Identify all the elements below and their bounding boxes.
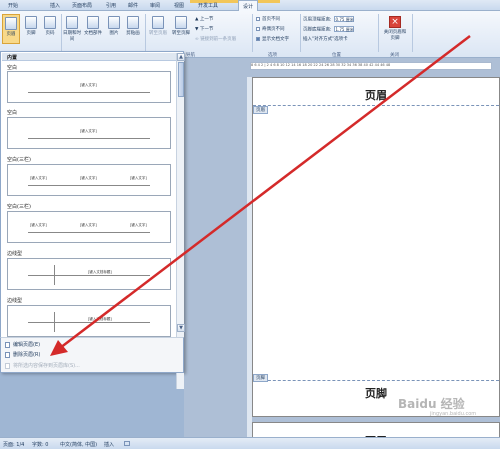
placeholder-text: [键入文字]	[80, 83, 97, 87]
close-icon: ×	[389, 16, 401, 28]
placeholder-text: [键入文字]	[30, 176, 47, 180]
placeholder-text: [键入文字]	[130, 223, 147, 227]
macro-record-icon[interactable]	[124, 441, 130, 446]
page-number-button[interactable]: 页码	[41, 16, 59, 36]
gallery-item-blank[interactable]: [键入文字]	[7, 71, 171, 103]
date-time-button[interactable]: 日期和时间	[63, 16, 81, 42]
group-separator	[378, 14, 379, 52]
header-boundary	[253, 105, 499, 106]
status-bar: 页面: 1/4 字数: 0 中文(简体, 中国) 插入	[0, 437, 500, 449]
tab-design[interactable]: 设计	[238, 0, 259, 11]
checkbox-icon	[256, 26, 260, 31]
header-gallery-dropdown: 内置 空白 [键入文字] 空白 [键入文字] 空白(三栏) [键入文字] [键入…	[0, 51, 185, 389]
gallery-item-blank-three-col[interactable]: [键入文字] [键入文字] [键入文字]	[7, 164, 171, 196]
diff-first-page-checkbox[interactable]: 首页不同	[256, 16, 280, 22]
gallery-item-label: 空白	[7, 110, 18, 116]
picture-icon	[108, 16, 120, 29]
delete-header-menu-item[interactable]: 删除页眉(R)	[5, 351, 40, 358]
edit-header-menu-item[interactable]: 编辑页眉(E)	[5, 341, 40, 348]
status-language[interactable]: 中文(简体, 中国)	[60, 441, 97, 448]
goto-header-button[interactable]: 转至页眉	[147, 16, 169, 36]
header-top-spinner[interactable]: 0.75 厘米	[333, 16, 354, 22]
horizontal-ruler[interactable]: 8 6 4 2 | 2 4 6 8 10 12 14 16 18 20 22 2…	[250, 62, 492, 70]
footer-boundary	[253, 380, 499, 381]
footer-tag: 页脚	[253, 374, 268, 382]
placeholder-text: [键入文字]	[80, 176, 97, 180]
close-header-footer-button[interactable]: × 关闭页眉和页脚	[382, 16, 408, 41]
status-mode[interactable]: 插入	[104, 441, 114, 448]
group-separator	[300, 14, 301, 52]
picture-button[interactable]: 图片	[106, 16, 122, 36]
edit-header-icon	[5, 341, 10, 348]
footer-icon	[25, 16, 37, 29]
ribbon-tab-bar: 开始 插入 页面布局 引用 邮件 审阅 视图 开发工具 设计	[0, 0, 500, 11]
show-doc-text-checkbox[interactable]: 显示文档文字	[256, 36, 289, 42]
tab-insert[interactable]: 插入	[50, 2, 60, 9]
calendar-icon	[66, 16, 78, 29]
goto-header-icon	[152, 16, 164, 29]
tab-home[interactable]: 开始	[8, 2, 18, 9]
link-previous-button[interactable]: ∞ 链接到前一条页眉	[195, 36, 236, 42]
status-page[interactable]: 页面: 1/4	[3, 441, 24, 448]
placeholder-text: [键入文字]	[80, 129, 97, 133]
insert-align-tab-button[interactable]: 插入"对齐方式"选项卡	[303, 36, 348, 42]
gallery-item-blank[interactable]: [键入文字]	[7, 117, 171, 149]
footer-button[interactable]: 页脚	[22, 16, 40, 36]
clip-art-button[interactable]: 剪贴画	[124, 16, 142, 36]
save-gallery-icon	[5, 362, 10, 369]
group-separator	[412, 14, 413, 52]
scrollbar-thumb[interactable]	[178, 62, 184, 97]
doc-parts-icon	[87, 16, 99, 29]
gallery-menu: 编辑页眉(E) 删除页眉(R) 将所选内容保存到页眉库(S)...	[0, 337, 184, 373]
goto-footer-button[interactable]: 转至页脚	[170, 16, 192, 36]
doc-parts-button[interactable]: 文档部件	[82, 16, 104, 36]
header-tag: 页眉	[253, 106, 268, 114]
group-separator	[61, 14, 62, 52]
header-icon	[5, 17, 17, 30]
scroll-up-icon[interactable]: ▲	[177, 53, 185, 61]
delete-header-icon	[5, 351, 10, 358]
gallery-item-sideline[interactable]: [键入文档标题]	[7, 258, 171, 290]
tab-view[interactable]: 视图	[174, 2, 184, 9]
tab-page-layout[interactable]: 页面布局	[72, 2, 92, 9]
page-number-icon	[44, 16, 56, 29]
placeholder-text: [键入文字]	[30, 223, 47, 227]
prev-section-button[interactable]: ▲ 上一节	[195, 16, 213, 22]
page-1[interactable]: 页眉 页眉 页脚 页脚	[252, 77, 500, 417]
next-section-button[interactable]: ▼ 下一节	[195, 26, 213, 32]
goto-footer-icon	[175, 16, 187, 29]
header-text[interactable]: 页眉	[253, 87, 499, 103]
watermark-url: jingyan.baidu.com	[430, 411, 477, 417]
placeholder-text: [键入文字]	[130, 176, 147, 180]
checkbox-icon	[256, 16, 260, 21]
group-separator	[145, 14, 146, 52]
watermark-logo: Baidu 经验	[398, 397, 465, 411]
header-button[interactable]: 页眉	[2, 14, 20, 44]
diff-odd-even-checkbox[interactable]: 奇偶页不同	[256, 26, 285, 32]
tab-review[interactable]: 审阅	[150, 2, 160, 9]
gallery-item-label: 边线型	[7, 251, 23, 257]
footer-bottom-spinner[interactable]: 1.75 厘米	[333, 26, 354, 32]
gallery-section-header: 内置	[2, 53, 176, 61]
gallery-item-label: 空白	[7, 65, 18, 71]
tab-references[interactable]: 引用	[106, 2, 116, 9]
tab-mailings[interactable]: 邮件	[128, 2, 138, 9]
tab-developer[interactable]: 开发工具	[198, 2, 218, 9]
placeholder-text: [键入文字]	[80, 223, 97, 227]
footer-bottom-distance: 页脚底端距离: 1.75 厘米	[303, 26, 354, 33]
header-top-distance: 页眉顶端距离: 0.75 厘米	[303, 16, 354, 23]
gallery-item-sideline[interactable]: [键入文档标题]	[7, 305, 171, 337]
gallery-item-label: 空白(三栏)	[7, 157, 31, 163]
group-separator	[252, 14, 253, 52]
gallery-item-blank-three-col[interactable]: [键入文字] [键入文字] [键入文字]	[7, 211, 171, 243]
gallery-item-label: 边线型	[7, 298, 23, 304]
save-to-gallery-menu-item[interactable]: 将所选内容保存到页眉库(S)...	[5, 362, 80, 369]
clip-art-icon	[127, 16, 139, 29]
scroll-down-icon[interactable]: ▼	[177, 324, 185, 332]
status-words[interactable]: 字数: 0	[32, 441, 48, 448]
gallery-item-label: 空白(三栏)	[7, 204, 31, 210]
checkbox-checked-icon	[256, 36, 260, 41]
